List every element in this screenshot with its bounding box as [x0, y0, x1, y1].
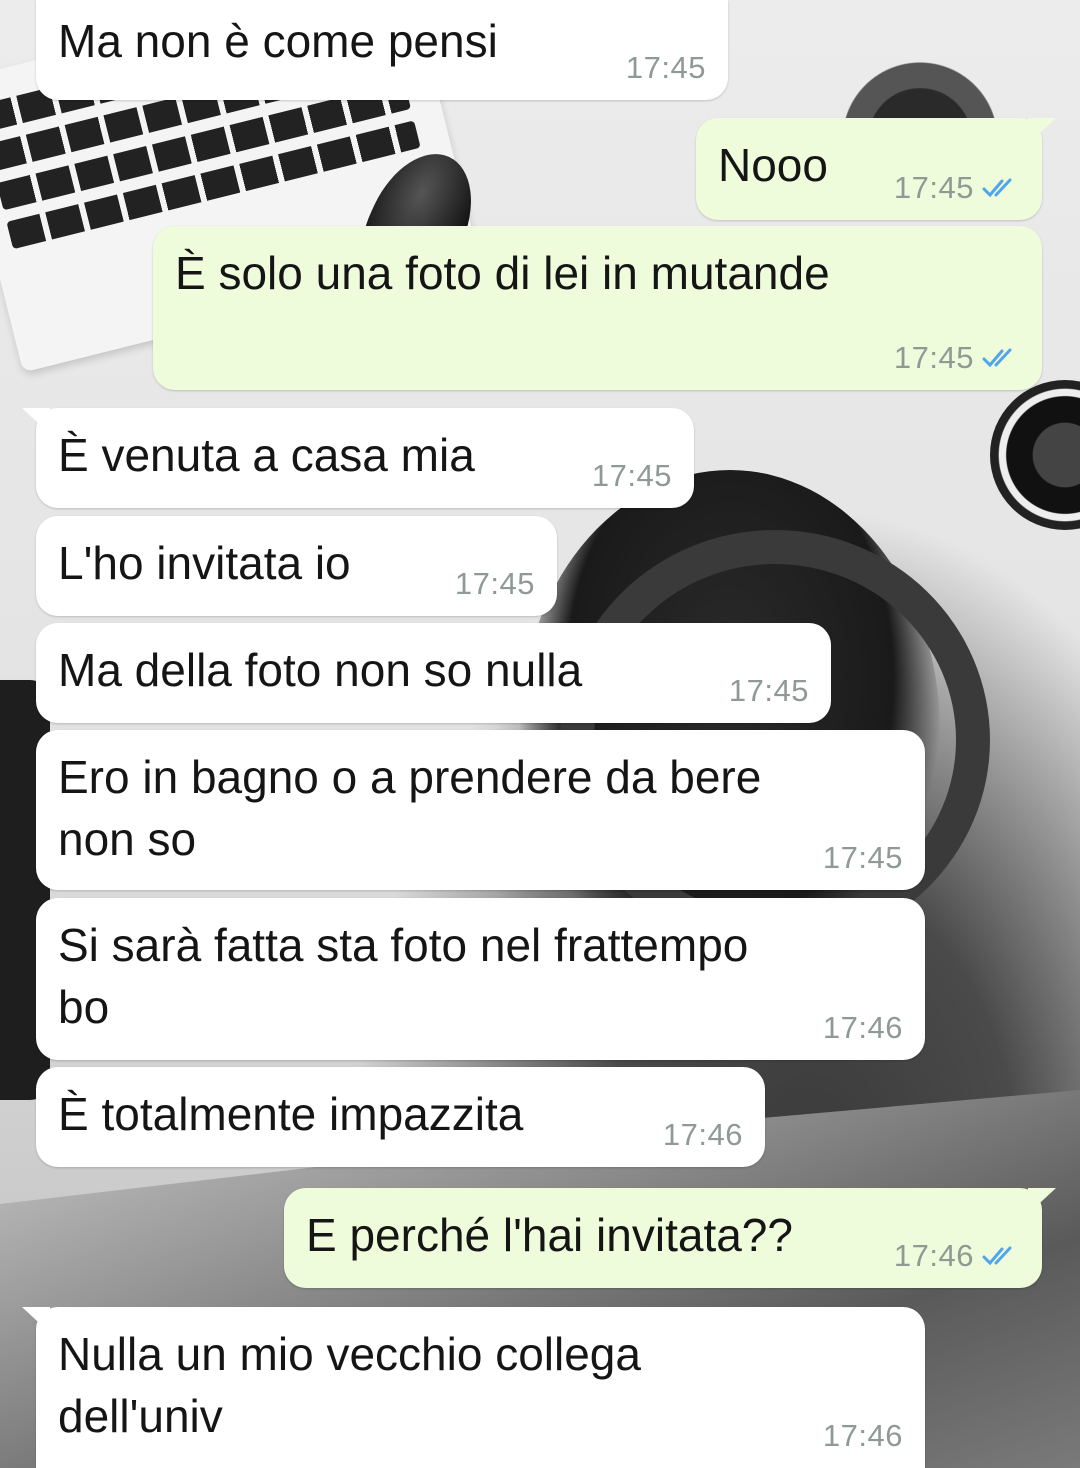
- message-meta: 17:45: [455, 566, 535, 602]
- message-time: 17:45: [893, 340, 974, 375]
- message-time: 17:45: [625, 50, 706, 85]
- message-text: Si sarà fatta sta foto nel frattempo bo: [58, 919, 749, 1033]
- message-bubble-incoming[interactable]: È totalmente impazzita 17:46: [36, 1067, 765, 1167]
- message-bubble-incoming[interactable]: Ero in bagno o a prendere da bere non so…: [36, 730, 925, 890]
- message-meta: 17:46: [663, 1117, 743, 1153]
- double-check-read-icon: [982, 1246, 1012, 1266]
- message-bubble-incoming[interactable]: Ma della foto non so nulla 17:45: [36, 623, 831, 723]
- message-meta: 17:45: [729, 673, 809, 709]
- message-time: 17:45: [454, 566, 535, 601]
- message-meta: 17:45: [894, 170, 1020, 206]
- message-bubble-incoming[interactable]: Si sarà fatta sta foto nel frattempo bo …: [36, 898, 925, 1060]
- message-text: Ma della foto non so nulla: [58, 644, 583, 696]
- message-time: 17:45: [822, 840, 903, 875]
- message-time: 17:45: [728, 673, 809, 708]
- message-meta: 17:45: [823, 840, 903, 876]
- message-bubble-outgoing[interactable]: È solo una foto di lei in mutande 17:45: [153, 226, 1042, 390]
- message-text: Ma non è come pensi: [58, 15, 498, 67]
- message-text: Ero in bagno o a prendere da bere non so: [58, 751, 762, 865]
- message-meta: 17:45: [626, 50, 706, 86]
- message-time: 17:46: [822, 1010, 903, 1045]
- message-meta: 17:46: [823, 1418, 903, 1454]
- message-bubble-incoming[interactable]: È venuta a casa mia 17:45: [36, 408, 694, 508]
- message-time: 17:46: [822, 1418, 903, 1453]
- message-time: 17:45: [893, 170, 974, 205]
- message-text: È venuta a casa mia: [58, 429, 475, 481]
- message-time: 17:45: [591, 458, 672, 493]
- message-text: Nulla un mio vecchio collega dell'univ: [58, 1328, 641, 1442]
- message-text: È totalmente impazzita: [58, 1088, 524, 1140]
- double-check-read-icon: [982, 178, 1012, 198]
- message-meta: 17:45: [894, 340, 1020, 376]
- message-meta: 17:45: [592, 458, 672, 494]
- message-list[interactable]: Ma non è come pensi 17:45 Nooo 17:45 È s…: [0, 0, 1080, 1468]
- message-time: 17:46: [893, 1238, 974, 1273]
- message-bubble-incoming[interactable]: Nulla un mio vecchio collega dell'univ 1…: [36, 1307, 925, 1468]
- message-bubble-incoming[interactable]: L'ho invitata io 17:45: [36, 516, 557, 616]
- message-text: È solo una foto di lei in mutande: [175, 247, 830, 299]
- message-time: 17:46: [662, 1117, 743, 1152]
- message-bubble-outgoing[interactable]: E perché l'hai invitata?? 17:46: [284, 1188, 1042, 1288]
- message-meta: 17:46: [894, 1238, 1020, 1274]
- message-bubble-incoming[interactable]: Ma non è come pensi 17:45: [36, 0, 728, 100]
- double-check-read-icon: [982, 348, 1012, 368]
- message-meta: 17:46: [823, 1010, 903, 1046]
- message-bubble-outgoing[interactable]: Nooo 17:45: [696, 118, 1042, 220]
